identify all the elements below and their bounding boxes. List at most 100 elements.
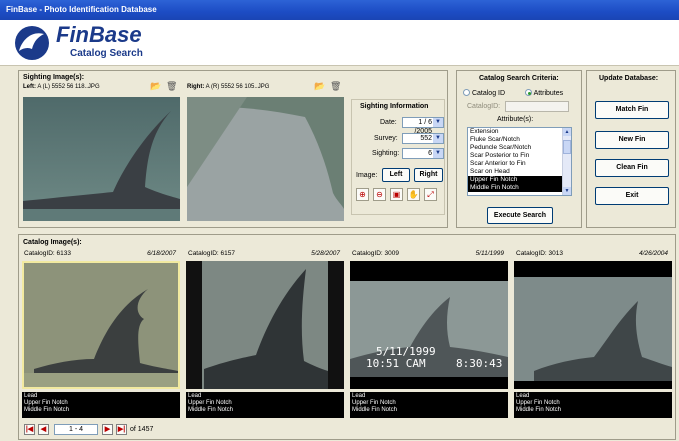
search-criteria-title: Catalog Search Criteria:: [479, 75, 559, 82]
logo-title: FinBase: [56, 22, 142, 47]
dolphin-logo-icon: [15, 26, 49, 60]
note-line: Upper Fin Notch: [24, 400, 68, 406]
app-header: FinBase Catalog Search: [0, 20, 679, 66]
sighting-panel-title: Sighting Image(s):: [23, 74, 85, 81]
note-line: Lead: [188, 393, 202, 399]
window-title: FinBase - Photo Identification Database: [0, 0, 679, 20]
sighting-info-group: Sighting Information Date: 1 / 6 /2005 ▼…: [351, 99, 445, 215]
catalog-notes: Lead Upper Fin Notch Middle Fin Notch: [514, 392, 672, 418]
attribute-option[interactable]: Scar Anterior to Fin: [468, 160, 571, 168]
catalog-fin-photo: [24, 263, 178, 387]
catalogid-label: CatalogID:: [467, 103, 501, 110]
search-criteria-panel: Catalog Search Criteria: Catalog ID Attr…: [456, 70, 582, 228]
exit-button[interactable]: Exit: [595, 187, 669, 205]
sighting-select[interactable]: 6 ▼: [402, 148, 444, 159]
next-page-button[interactable]: ▶: [102, 424, 113, 435]
open-folder-icon[interactable]: 📂: [314, 81, 325, 92]
last-page-button[interactable]: ▶|: [116, 424, 127, 435]
right-prefix: Right:: [187, 84, 205, 90]
sighting-info-title: Sighting Information: [360, 103, 429, 110]
catalog-date: 4/26/2004: [639, 250, 668, 257]
sighting-label: Sighting:: [372, 150, 400, 157]
attribute-option[interactable]: Extension: [468, 128, 571, 136]
attribute-option[interactable]: Scar Posterior to Fin: [468, 152, 571, 160]
trash-icon[interactable]: 🗑: [330, 81, 341, 92]
catalogid-input[interactable]: [505, 101, 569, 112]
catalog-image[interactable]: [22, 261, 180, 389]
photo-clock-stamp: 8:30:43: [456, 357, 503, 370]
catalog-id-radio[interactable]: [463, 89, 470, 96]
right-file-name: A (R) 5552 56 105..JPG: [205, 84, 270, 90]
catalog-notes: Lead Upper Fin Notch Middle Fin Notch: [22, 392, 180, 418]
catalog-image[interactable]: [186, 261, 344, 389]
catalog-id-option-label: Catalog ID: [471, 90, 506, 97]
chevron-down-icon[interactable]: ▼: [433, 149, 443, 158]
page-range-input[interactable]: 1 - 4: [54, 424, 98, 435]
zoom-out-icon[interactable]: ⊖: [373, 188, 386, 201]
attributes-listbox[interactable]: Extension Fluke Scar/Notch Peduncle Scar/N…: [467, 127, 572, 196]
match-fin-button[interactable]: Match Fin: [595, 101, 669, 119]
catalog-id-label: CatalogID: 3013: [516, 250, 563, 257]
catalog-item[interactable]: CatalogID: 6157 5/28/2007 Lead Upper Fin…: [186, 250, 344, 420]
image-label: Image:: [356, 172, 378, 179]
right-fin-photo: [187, 97, 344, 221]
zoom-in-icon[interactable]: ⊕: [356, 188, 369, 201]
update-database-title: Update Database:: [599, 75, 659, 82]
catalog-item[interactable]: CatalogID: 3009 5/11/1999 5/11/1999 10:5…: [350, 250, 508, 420]
option-attributes[interactable]: Attributes: [525, 89, 563, 97]
scroll-up-icon[interactable]: ▲: [563, 128, 571, 136]
attribute-option[interactable]: Upper Fin Notch: [468, 176, 571, 184]
attribute-option[interactable]: Middle Fin Notch: [468, 184, 571, 192]
attribute-option[interactable]: Fluke Scar/Notch: [468, 136, 571, 144]
right-image-button[interactable]: Right: [414, 168, 443, 182]
attribute-option[interactable]: Scar on Head: [468, 168, 571, 176]
right-sighting-image[interactable]: [187, 97, 344, 221]
catalog-item[interactable]: CatalogID: 3013 4/26/2004 Lead Upper Fin…: [514, 250, 672, 420]
catalog-image[interactable]: [514, 261, 672, 389]
note-line: Upper Fin Notch: [516, 400, 560, 406]
left-sighting-image[interactable]: [23, 97, 180, 221]
left-prefix: Left:: [23, 84, 36, 90]
sighting-value: 6: [428, 150, 432, 157]
execute-search-button[interactable]: Execute Search: [487, 207, 553, 224]
trash-icon[interactable]: 🗑: [166, 81, 177, 92]
catalog-date: 5/11/1999: [475, 250, 504, 257]
catalog-date: 6/18/2007: [147, 250, 176, 257]
catalog-fin-photo: [514, 261, 672, 389]
note-line: Middle Fin Notch: [516, 407, 562, 413]
survey-select[interactable]: 552 ▼: [402, 133, 444, 144]
page-total: of 1457: [130, 426, 154, 433]
catalog-image[interactable]: 5/11/1999 10:51 CAM 8:30:43: [350, 261, 508, 389]
note-line: Lead: [24, 393, 38, 399]
prev-page-button[interactable]: ◀: [38, 424, 49, 435]
fit-image-icon[interactable]: ▣: [390, 188, 403, 201]
note-line: Upper Fin Notch: [352, 400, 396, 406]
catalog-id-label: CatalogID: 6157: [188, 250, 235, 257]
chevron-down-icon[interactable]: ▼: [433, 118, 443, 127]
attributes-radio[interactable]: [525, 89, 532, 96]
option-catalog-id[interactable]: Catalog ID: [463, 89, 505, 97]
note-line: Upper Fin Notch: [188, 400, 232, 406]
first-page-button[interactable]: |◀: [24, 424, 35, 435]
scroll-thumb[interactable]: [563, 140, 571, 154]
pan-hand-icon[interactable]: ✋: [407, 188, 420, 201]
open-folder-icon[interactable]: 📂: [150, 81, 161, 92]
attributes-scrollbar[interactable]: ▲ ▼: [562, 128, 571, 195]
left-image-button[interactable]: Left: [382, 168, 410, 182]
date-picker[interactable]: 1 / 6 /2005 ▼: [402, 117, 444, 135]
right-image-label: Right: A (R) 5552 56 105..JPG: [187, 84, 269, 90]
attributes-option-label: Attributes: [533, 90, 564, 97]
attributes-label: Attribute(s):: [497, 116, 534, 123]
catalog-panel-title: Catalog Image(s):: [23, 239, 82, 246]
scroll-down-icon[interactable]: ▼: [563, 187, 571, 195]
clean-fin-button[interactable]: Clean Fin: [595, 159, 669, 177]
note-line: Middle Fin Notch: [352, 407, 398, 413]
catalog-item[interactable]: CatalogID: 6133 6/18/2007 Lead Upper Fin…: [22, 250, 180, 420]
chevron-down-icon[interactable]: ▼: [433, 134, 443, 143]
new-fin-button[interactable]: New Fin: [595, 131, 669, 149]
catalog-id-label: CatalogID: 6133: [24, 250, 71, 257]
note-line: Lead: [352, 393, 366, 399]
attribute-option[interactable]: Peduncle Scar/Notch: [468, 144, 571, 152]
reset-view-icon[interactable]: ⤢: [424, 188, 437, 201]
update-database-panel: Update Database: Match Fin New Fin Clean…: [586, 70, 676, 228]
